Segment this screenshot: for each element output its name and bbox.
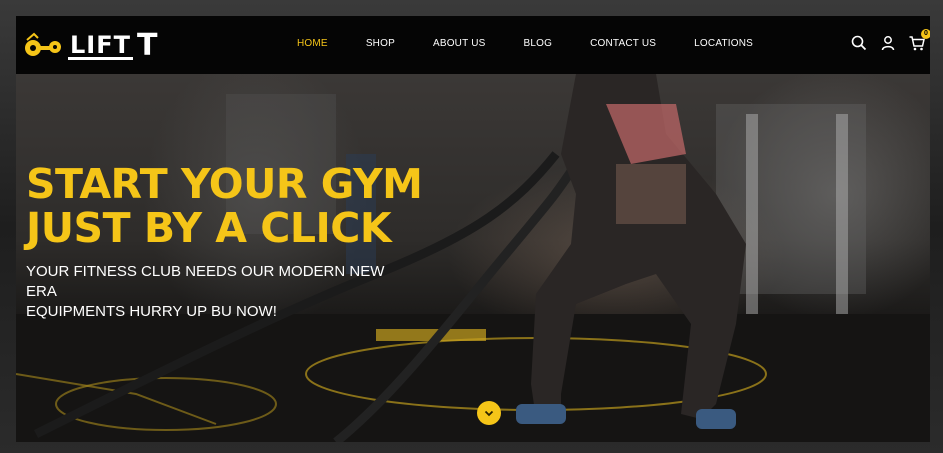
browser-viewport: LIFT T HOME SHOP ABOUT US BLOG CONTACT U… <box>16 16 930 442</box>
hero-banner: START YOUR GYM JUST BY A CLICK YOUR FITN… <box>16 74 930 442</box>
logo-wordmark: LIFT <box>68 30 133 60</box>
hero-subheadline-line-2: EQUIPMENTS HURRY UP BU NOW! <box>26 303 277 320</box>
hero-headline-line-1: START YOUR GYM <box>26 160 423 208</box>
dumbbell-logo-icon <box>25 32 61 56</box>
main-nav: HOME SHOP ABOUT US BLOG CONTACT US LOCAT… <box>297 38 791 49</box>
header-actions: 0 <box>839 29 930 52</box>
cart-icon[interactable]: 0 <box>908 29 930 52</box>
hero-headline-line-2: JUST BY A CLICK <box>26 204 392 252</box>
cart-count-badge: 0 <box>921 29 930 39</box>
nav-item-locations[interactable]: LOCATIONS <box>694 38 753 49</box>
site-header: LIFT T HOME SHOP ABOUT US BLOG CONTACT U… <box>16 16 930 74</box>
scroll-down-button[interactable] <box>477 401 501 425</box>
search-icon[interactable] <box>850 34 868 52</box>
user-icon[interactable] <box>879 34 897 52</box>
nav-item-contact-us[interactable]: CONTACT US <box>590 38 656 49</box>
hero-background-image <box>16 74 930 442</box>
nav-item-blog[interactable]: BLOG <box>524 38 553 49</box>
hero-subheadline: YOUR FITNESS CLUB NEEDS OUR MODERN NEW E… <box>26 262 406 322</box>
nav-item-home[interactable]: HOME <box>297 38 328 49</box>
hero-headline: START YOUR GYM JUST BY A CLICK <box>26 160 423 252</box>
hero-subheadline-line-1: YOUR FITNESS CLUB NEEDS OUR MODERN NEW E… <box>26 263 385 300</box>
nav-item-shop[interactable]: SHOP <box>366 38 395 49</box>
logo-suffix: T <box>137 28 158 63</box>
nav-item-about-us[interactable]: ABOUT US <box>433 38 486 49</box>
site-logo[interactable]: LIFT T <box>24 30 157 62</box>
chevron-down-icon <box>484 410 494 417</box>
